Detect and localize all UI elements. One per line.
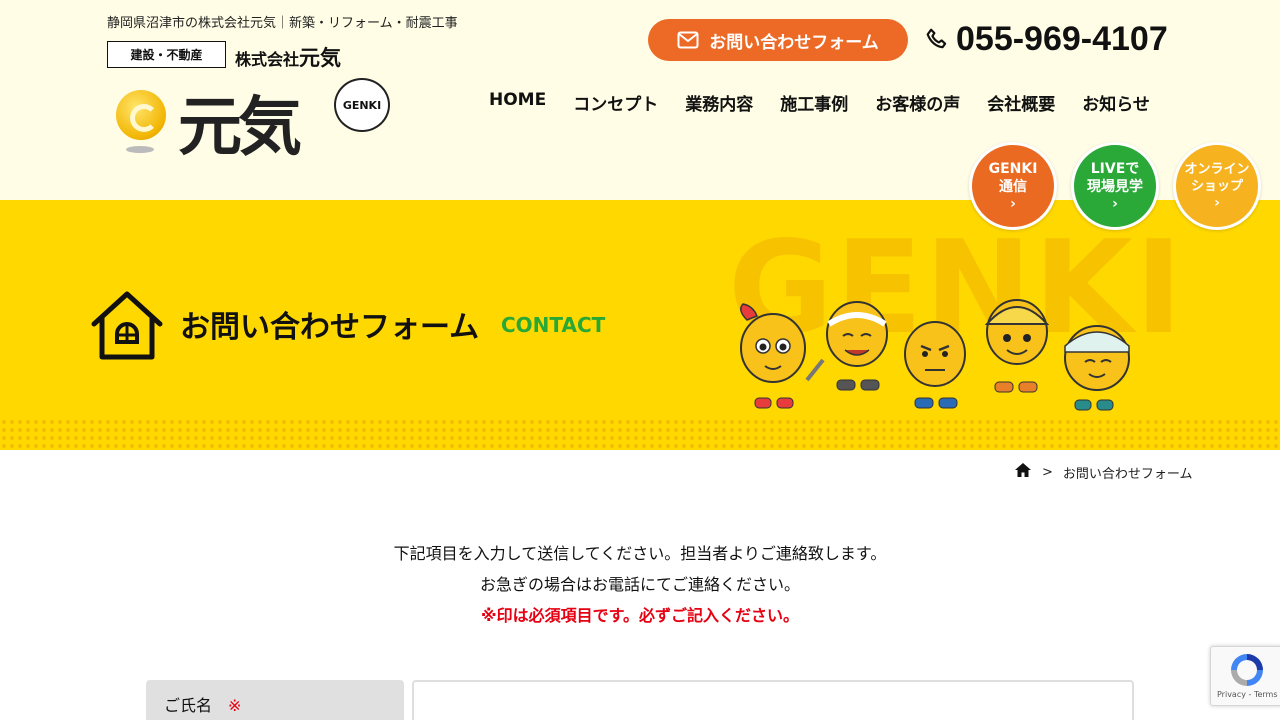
- required-mark: ※: [228, 696, 242, 715]
- nav-item-voices[interactable]: お客様の声: [875, 90, 960, 115]
- chevron-right-icon: ›: [1214, 195, 1220, 211]
- main-nav: HOME コンセプト 業務内容 施工事例 お客様の声 会社概要 お知らせ: [489, 90, 1150, 115]
- chevron-right-icon: ›: [1112, 196, 1118, 212]
- intro-line-2: お急ぎの場合はお電話にてご連絡ください。: [479, 575, 800, 594]
- house-icon: [91, 291, 163, 360]
- nav-item-news[interactable]: お知らせ: [1082, 90, 1150, 115]
- online-shop-line2: ショップ: [1190, 179, 1243, 194]
- form-intro: 下記項目を入力して送信してください。担当者よりご連絡致します。 お急ぎの場合はお…: [0, 538, 1280, 631]
- genki-news-line2: 通信: [999, 179, 1027, 195]
- page-banner: GENKI お問い合わせフォーム CONTACT: [0, 200, 1280, 450]
- recaptcha-icon: [1231, 654, 1263, 686]
- breadcrumb-home-link[interactable]: [1014, 462, 1032, 482]
- page-title: お問い合わせフォーム: [180, 310, 480, 345]
- genki-news-line1: GENKI: [988, 161, 1038, 177]
- business-badge: 建設・不動産: [107, 41, 226, 68]
- mascot-characters-illustration: [740, 299, 1130, 411]
- company-prefix: 株式会社: [235, 50, 300, 69]
- site-logo[interactable]: 元気 GENKI: [112, 76, 392, 165]
- recaptcha-badge[interactable]: Privacy - Terms: [1210, 646, 1280, 706]
- contact-form-button-label: お問い合わせフォーム: [709, 32, 879, 53]
- nav-item-works[interactable]: 施工事例: [780, 90, 848, 115]
- phone-icon: [926, 28, 947, 48]
- site-tagline: 静岡県沼津市の株式会社元気｜新築・リフォーム・耐震工事: [107, 16, 458, 31]
- live-tour-button[interactable]: LIVEで 現場見学 ›: [1071, 142, 1159, 230]
- mail-icon: [677, 31, 699, 49]
- genki-news-button[interactable]: GENKI 通信 ›: [969, 142, 1057, 230]
- live-tour-line2: 現場見学: [1087, 179, 1143, 195]
- contact-form-button[interactable]: お問い合わせフォーム: [648, 19, 908, 61]
- company-name-main: 元気: [299, 46, 342, 70]
- intro-line-1: 下記項目を入力して送信してください。担当者よりご連絡致します。: [393, 544, 887, 563]
- nav-item-home[interactable]: HOME: [489, 90, 546, 115]
- chevron-right-icon: ›: [1010, 196, 1016, 212]
- live-tour-line1: LIVEで: [1090, 161, 1140, 177]
- nav-item-concept[interactable]: コンセプト: [573, 90, 658, 115]
- breadcrumb-separator: >: [1042, 464, 1053, 480]
- page: 静岡県沼津市の株式会社元気｜新築・リフォーム・耐震工事 建設・不動産 株式会社元…: [0, 0, 1280, 720]
- phone-link[interactable]: 055-969-4107: [924, 20, 1168, 59]
- name-label-text: ご氏名: [164, 696, 213, 715]
- phone-number: 055-969-4107: [956, 20, 1168, 58]
- name-input[interactable]: [412, 680, 1134, 720]
- logo-shadow: [126, 146, 154, 153]
- recaptcha-links[interactable]: Privacy - Terms: [1217, 690, 1278, 699]
- home-icon: [1015, 463, 1031, 477]
- name-field-label: ご氏名 ※: [146, 680, 404, 720]
- company-name: 株式会社元気: [235, 42, 341, 72]
- required-note: ※印は必須項目です。必ずご記入ください。: [481, 606, 799, 625]
- page-subtitle: CONTACT: [501, 313, 606, 337]
- banner-dot-pattern: [0, 418, 1280, 450]
- logo-speech-bubble: GENKI: [334, 78, 390, 132]
- online-shop-line1: オンライン: [1184, 162, 1250, 177]
- breadcrumb-current: お問い合わせフォーム: [1062, 466, 1193, 482]
- nav-item-services[interactable]: 業務内容: [685, 90, 753, 115]
- logo-ball-icon: [116, 90, 166, 140]
- breadcrumb: > お問い合わせフォーム: [1014, 462, 1193, 482]
- online-shop-button[interactable]: オンライン ショップ ›: [1173, 142, 1261, 230]
- logo-text: 元気: [178, 90, 302, 165]
- nav-item-company[interactable]: 会社概要: [987, 90, 1055, 115]
